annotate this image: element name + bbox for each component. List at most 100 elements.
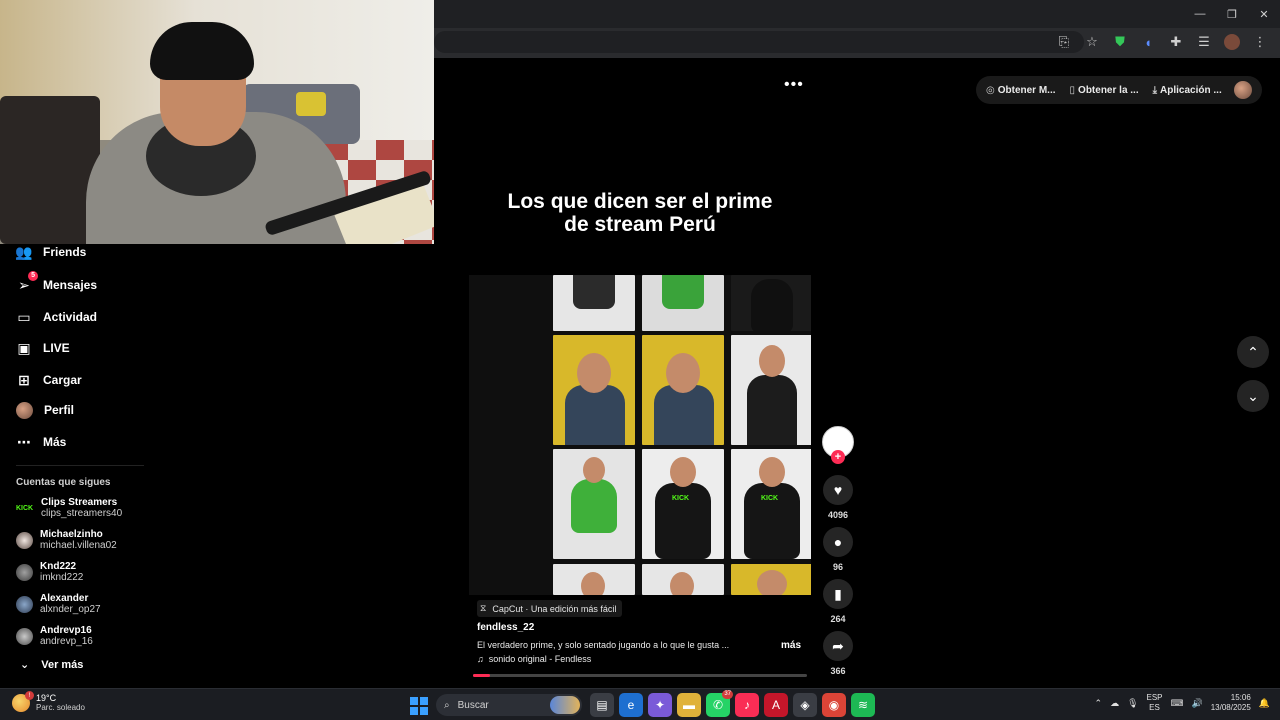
webcam-hair — [150, 22, 254, 80]
following-item-michaelzinho[interactable]: Michaelzinho michael.villena02 — [16, 529, 117, 551]
sidebar-item-friends[interactable]: 👥 Friends — [15, 240, 86, 264]
volume-icon[interactable]: 🔊 — [1192, 698, 1203, 709]
edge-icon[interactable]: e — [619, 693, 643, 717]
install-app-icon[interactable]: ⎘ — [1052, 30, 1076, 54]
phone-icon: ▯ — [1069, 84, 1076, 96]
whatsapp-icon[interactable]: ✆ 37 — [706, 690, 733, 717]
messages-badge: 5 — [28, 271, 38, 281]
save-count: 264 — [830, 614, 846, 624]
collage-photo — [642, 564, 724, 595]
taskbar-clock[interactable]: 15:06 13/08/2025 — [1211, 693, 1251, 713]
activity-icon: ▭ — [17, 308, 31, 325]
following-name: Michaelzinho — [40, 529, 103, 540]
weather-alert-badge: ! — [25, 691, 34, 700]
user-avatar-button[interactable] — [1234, 81, 1252, 99]
browser-profile-avatar[interactable] — [1224, 34, 1240, 50]
music-app-icon[interactable]: ♪ — [735, 693, 759, 717]
follow-plus-button[interactable]: + — [831, 450, 845, 464]
sidebar-item-live[interactable]: ▣ LIVE — [16, 336, 69, 360]
video-progress-bar[interactable] — [473, 674, 807, 677]
sidebar-item-actividad[interactable]: ▭ Actividad — [16, 305, 97, 329]
sidebar-item-label: Perfil — [44, 403, 75, 417]
following-name: Andrevp16 — [40, 625, 92, 636]
sidebar-item-mas[interactable]: ⋯ Más — [16, 430, 66, 454]
file-explorer-icon[interactable]: ▬ — [677, 693, 701, 717]
video-description: El verdadero prime, y solo sentado jugan… — [477, 640, 730, 650]
previous-video-button[interactable]: ⌃ — [1237, 336, 1269, 368]
address-bar[interactable] — [434, 31, 1084, 53]
sidebar-item-perfil[interactable]: Perfil — [16, 398, 74, 422]
sidebar-item-label: Mensajes — [43, 278, 98, 292]
see-more-button[interactable]: ⌄ Ver más — [20, 658, 83, 672]
chrome-icon[interactable]: ◉ — [822, 693, 846, 717]
video-author[interactable]: fendless_22 — [477, 622, 534, 633]
weather-widget[interactable]: ! 19°C Parc. soleado — [12, 691, 85, 713]
comment-count: 96 — [832, 562, 843, 572]
collage-photo — [553, 564, 635, 595]
collage-photo — [642, 335, 724, 445]
notifications-icon[interactable]: 🔔 — [1259, 698, 1270, 709]
description-more-button[interactable]: más — [781, 640, 801, 651]
sidebar-item-mensajes[interactable]: ➢ 5 Mensajes — [16, 271, 98, 297]
get-coins-button[interactable]: ◎ Obtener M... — [986, 85, 1056, 96]
share-button[interactable]: ➦ — [823, 631, 853, 661]
avatar — [16, 563, 33, 581]
network-icon[interactable]: ⌨ — [1171, 698, 1184, 709]
sidebar-item-label: Cargar — [43, 373, 82, 387]
language-indicator[interactable]: ESP ES — [1147, 693, 1163, 713]
chevron-up-icon: ⌃ — [1247, 343, 1259, 360]
sound-label: sonido original - Fendless — [488, 654, 592, 664]
desktop-app-button[interactable]: ⤓ Aplicación ... — [1153, 85, 1222, 96]
collage-figure — [565, 385, 625, 445]
next-video-button[interactable]: ⌄ — [1237, 380, 1269, 412]
following-item-alexander[interactable]: Alexander alxnder_op27 — [16, 593, 101, 615]
minimize-button[interactable]: — — [1184, 0, 1216, 28]
keyboard-layout: ES — [1149, 703, 1160, 712]
collage-face — [759, 345, 785, 377]
collage-figure — [573, 275, 615, 309]
start-button[interactable] — [410, 697, 428, 715]
browser-menu-icon[interactable]: ⋮ — [1248, 30, 1272, 54]
sidebar-item-label: Actividad — [43, 310, 98, 324]
comment-button[interactable]: ● — [823, 527, 853, 557]
following-item-clips-streamers[interactable]: KICK Clips Streamers clips_streamers40 — [16, 497, 122, 519]
bookmark-star-icon[interactable]: ☆ — [1080, 30, 1104, 54]
gpu-app-icon[interactable]: ◈ — [793, 693, 817, 717]
download-icon: ⤓ — [1152, 84, 1158, 96]
upload-icon: ⊞ — [18, 371, 30, 388]
restore-button[interactable]: ❐ — [1216, 0, 1248, 28]
following-item-andrevp16[interactable]: Andrevp16 andrevp_16 — [16, 625, 93, 647]
collage-face — [583, 457, 605, 483]
media-control-icon[interactable]: ☰ — [1192, 30, 1216, 54]
like-button[interactable]: ♥ — [823, 475, 853, 505]
collage-face — [670, 572, 694, 595]
taskbar-search[interactable]: ⌕ Buscar — [436, 694, 582, 716]
pdf-app-icon[interactable]: A — [764, 693, 788, 717]
save-button[interactable]: ▮ — [823, 579, 853, 609]
video-sound-link[interactable]: ♫ sonido original - Fendless — [477, 654, 591, 664]
sidebar-item-cargar[interactable]: ⊞ Cargar — [16, 368, 82, 392]
capcut-tag[interactable]: ⧖ CapCut · Una edición más fácil — [477, 600, 623, 617]
following-title: Cuentas que sigues — [16, 477, 111, 488]
following-item-knd222[interactable]: Knd222 imknd222 — [16, 561, 83, 583]
collage-face — [757, 570, 787, 595]
spotify-icon[interactable]: ≋ — [851, 693, 875, 717]
shield-extension-icon[interactable]: ⛊ — [1108, 30, 1132, 54]
microphone-icon[interactable]: 🎙 — [1127, 698, 1138, 709]
extensions-puzzle-icon[interactable]: ✚ — [1164, 30, 1188, 54]
comment-bubble-icon: ● — [833, 534, 843, 550]
share-arrow-icon: ➦ — [832, 637, 844, 654]
get-coins-label: Obtener M... — [997, 84, 1056, 96]
close-window-button[interactable]: ✕ — [1248, 0, 1280, 28]
tray-overflow-icon[interactable]: ⌃ — [1095, 698, 1103, 709]
weather-temp: 19°C — [36, 693, 57, 703]
task-view-icon[interactable]: ▤ — [590, 693, 614, 717]
share-count: 366 — [830, 666, 846, 676]
video-options-button[interactable]: ••• — [784, 76, 804, 94]
copilot-icon[interactable]: ✦ — [648, 693, 672, 717]
video-player[interactable]: KICK KICK — [469, 275, 811, 595]
audio-extension-icon[interactable]: ◖ — [1136, 30, 1160, 54]
onedrive-icon[interactable]: ☁ — [1110, 698, 1119, 709]
following-name: Knd222 — [40, 561, 77, 572]
get-app-button[interactable]: ▯ Obtener la ... — [1070, 85, 1139, 96]
